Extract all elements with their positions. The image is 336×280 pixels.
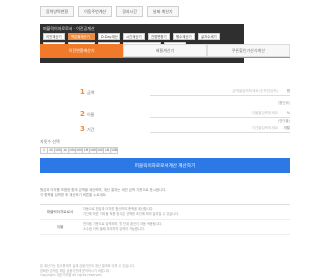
category-chip[interactable]: D-Day계산 [98,33,120,40]
category-chip[interactable]: 진법변환기 [148,33,170,40]
calculate-button[interactable]: 퍼블릭이자로로서계산 계산하기 [40,158,290,173]
top-nav-tab[interactable]: 음력양력변환 [40,6,75,17]
top-nav: 음력양력변환 이동주번계산 경과시간 날짜 계산기 [40,6,179,17]
page: 음력양력변환 이동주번계산 경과시간 날짜 계산기 퍼블릭이자로로서 · 이진공계산 … [0,0,336,280]
form-row-rate: 2 이율 이율을입력하세요 % [40,109,290,119]
mode-tab[interactable]: 이진변환계산기 [40,44,124,57]
notes: 원금과 이자를 포함한 합계 금액을 계산하며, 계산 결과는 세전 금액 기준… [40,188,290,198]
digit-key[interactable]: 10B [110,147,118,154]
category-chip[interactable]: 백분율계산기 [68,33,95,40]
footer-line: Copyright 계산기모음 All rights reserved. [40,273,103,277]
unit-label: 원 [286,89,290,93]
top-nav-tab[interactable]: 날짜 계산기 [146,6,179,17]
unit-note: (원단위) [277,101,290,105]
category-chip[interactable]: 글자수세기 [198,33,220,40]
info-line: 소수점 이하 둘째 자리까지 입력이 가능합니다. [83,227,145,231]
info-head: 퍼블릭이자로로서 [46,209,74,214]
footer: 본 계산기는 참고용이며 실제 금융기관의 계산 결과와 다를 수 있습니다. … [40,264,290,278]
top-nav-tab[interactable]: 이동주번계산 [78,6,113,17]
category-chip[interactable]: 이진계산기 [43,33,65,40]
form-row-amount: 1 금액 금액을입력하세요(숫자만입력) 원 [40,87,290,97]
info-body: 연이율 기준으로 입력하며, 월 단위 환산이 자동 적용됩니다. 소수점 이하… [80,220,290,234]
period-input[interactable]: 기간을입력하세요 [150,124,290,133]
note-line: 각 항목을 입력한 후 계산하기 버튼을 누르세요. [40,193,107,197]
rate-input[interactable]: 이율을입력하세요 [150,109,290,118]
info-head: 이율 [56,224,64,229]
rate-note: (연이율) [277,119,290,123]
mode-tab[interactable]: 쿠폰할인가산식계산 [206,44,290,57]
info-row: 이율 연이율 기준으로 입력하며, 월 단위 환산이 자동 적용됩니다. 소수점… [40,220,290,235]
form-row-period: 3 기간 기간을입력하세요 개월 [40,124,290,134]
field-label: 금액 [87,90,95,95]
keypad-label: 자릿수 선택 [40,139,60,144]
tab-underline [40,57,290,58]
amount-input[interactable]: 금액을입력하세요(숫자만입력) [150,87,290,96]
category-chip[interactable]: 시간계산기 [123,33,145,40]
mode-tabs: 이진변환계산기 배율계산기 쿠폰할인가산식계산 [40,44,290,57]
unit-label: % [286,111,290,115]
info-body: 자동으로 원금과 이자를 합산하여 총액을 계산합니다. 기간에 따른 이자율 … [80,205,290,219]
field-label: 기간 [87,127,95,132]
info-row: 퍼블릭이자로로서 자동으로 원금과 이자를 합산하여 총액을 계산합니다. 기간… [40,205,290,220]
step-number: 2 [80,110,85,118]
digit-keypad: 1 10 100 1k 10k 100k 1M 10M 100M 1B 10B [40,147,118,154]
mode-tab[interactable]: 배율계산기 [123,44,207,57]
info-line: 기간에 따른 이자율 적용 방식은 선택한 조건에 따라 달라질 수 있습니다. [83,212,180,216]
info-table: 퍼블릭이자로로서 자동으로 원금과 이자를 합산하여 총액을 계산합니다. 기간… [40,204,290,235]
step-number: 3 [80,125,85,133]
step-number: 1 [80,88,85,96]
category-chip[interactable]: 평수계산기 [173,33,195,40]
unit-label: 개월 [283,126,290,130]
field-label: 이율 [87,112,95,117]
top-nav-tab[interactable]: 경과시간 [116,6,143,17]
panel-title: 퍼블릭이자로로서 · 이진공계산 [43,26,95,31]
